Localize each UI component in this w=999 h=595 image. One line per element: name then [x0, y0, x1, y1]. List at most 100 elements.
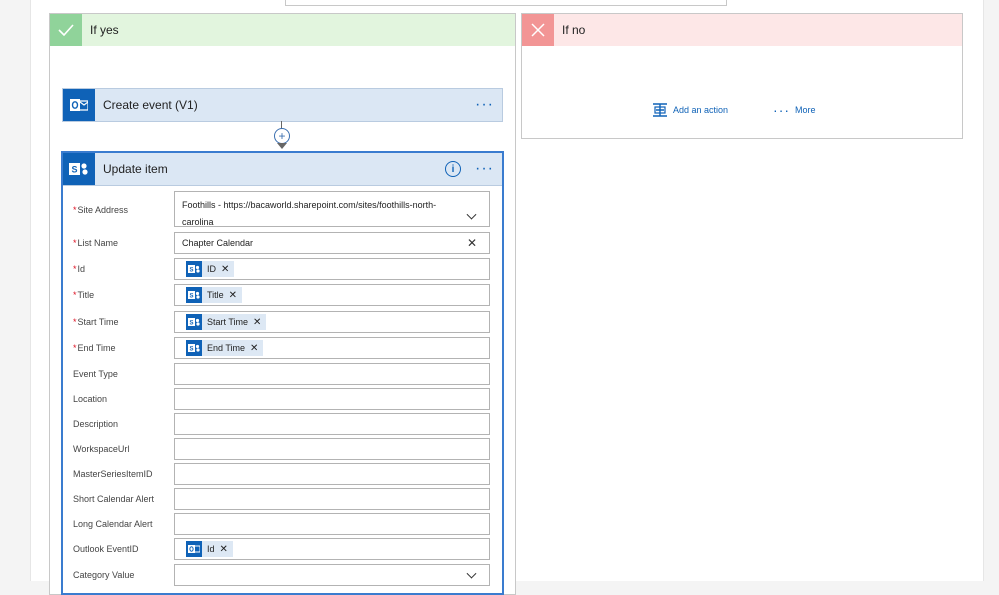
svg-text:S: S — [189, 294, 193, 300]
remove-token-icon[interactable]: ✕ — [220, 544, 228, 555]
category-value-row: Category Value — [63, 564, 502, 586]
clear-icon[interactable]: ✕ — [467, 236, 477, 250]
update-item-header[interactable]: S Update item i ··· — [63, 153, 502, 186]
event-type-row: Event Type — [63, 363, 502, 385]
if-no-branch: If no — [521, 13, 963, 139]
add-an-action-label: Add an action — [673, 105, 729, 115]
if-no-header[interactable]: If no — [522, 14, 962, 46]
add-an-action-button[interactable]: Add an action — [652, 102, 728, 118]
if-no-actions: Add an action ··· More — [652, 102, 816, 118]
outlook-id-token-label: Id — [207, 544, 215, 554]
event-type-input[interactable] — [174, 363, 490, 385]
list-name-label: *List Name — [73, 238, 119, 248]
start-time-token[interactable]: S Start Time ✕ — [186, 314, 267, 330]
start-time-row: *Start Time S Start Time ✕ — [63, 311, 502, 333]
site-address-row: *Site Address Foothills - https://bacawo… — [63, 191, 502, 229]
list-name-value: Chapter Calendar — [182, 238, 254, 248]
title-label: *Title — [73, 290, 95, 300]
arrow-down-icon — [277, 143, 287, 149]
long-calendar-alert-row: Long Calendar Alert — [63, 513, 502, 535]
workspace-url-label: WorkspaceUrl — [73, 444, 130, 454]
update-item-title: Update item — [103, 162, 168, 176]
outlook-icon — [63, 89, 95, 121]
description-row: Description — [63, 413, 502, 435]
create-event-card[interactable]: Create event (V1) ··· — [62, 88, 503, 122]
info-icon[interactable]: i — [445, 161, 462, 177]
outlook-event-id-row: Outlook EventID Id ✕ — [63, 538, 502, 560]
location-row: Location — [63, 388, 502, 410]
chevron-down-icon[interactable] — [466, 568, 477, 579]
more-button[interactable]: ··· More — [773, 102, 816, 118]
description-label: Description — [73, 419, 119, 429]
id-token-label: ID — [207, 264, 216, 274]
start-time-token-label: Start Time — [207, 317, 249, 327]
svg-text:S: S — [189, 268, 193, 274]
master-series-item-id-row: MasterSeriesItemID — [63, 463, 502, 485]
close-icon — [522, 14, 554, 46]
outlook-icon — [186, 541, 202, 557]
list-name-input[interactable]: Chapter Calendar ✕ — [174, 232, 490, 254]
site-address-value: Foothills - https://bacaworld.sharepoint… — [182, 200, 437, 227]
sharepoint-icon: S — [186, 340, 202, 356]
title-row: *Title S Title ✕ — [63, 284, 502, 306]
start-time-label: *Start Time — [73, 317, 119, 327]
add-action-icon — [653, 103, 667, 117]
long-calendar-alert-input[interactable] — [174, 513, 490, 535]
description-input[interactable] — [174, 413, 490, 435]
update-item-more-icon[interactable]: ··· — [475, 161, 494, 177]
update-item-card: S Update item i ··· *Site Address Foothi… — [61, 151, 504, 595]
title-input[interactable]: S Title ✕ — [174, 284, 490, 306]
id-input[interactable]: S ID ✕ — [174, 258, 490, 280]
long-calendar-alert-label: Long Calendar Alert — [73, 519, 153, 529]
outlook-event-id-label: Outlook EventID — [73, 544, 139, 554]
more-dots-icon: ··· — [773, 102, 791, 118]
workspace-url-input[interactable] — [174, 438, 490, 460]
create-event-more-icon[interactable]: ··· — [475, 97, 494, 113]
sharepoint-icon: S — [186, 314, 202, 330]
location-input[interactable] — [174, 388, 490, 410]
if-yes-title: If yes — [90, 23, 119, 37]
insert-step-icon[interactable]: + — [274, 128, 290, 144]
category-value-dropdown[interactable] — [174, 564, 490, 586]
end-time-input[interactable]: S End Time ✕ — [174, 337, 490, 359]
remove-token-icon[interactable]: ✕ — [229, 290, 237, 301]
end-time-row: *End Time S End Time ✕ — [63, 337, 502, 359]
checkmark-icon — [50, 14, 82, 46]
title-token-label: Title — [207, 290, 224, 300]
more-label: More — [795, 105, 816, 115]
outlook-id-token[interactable]: Id ✕ — [186, 541, 233, 557]
start-time-input[interactable]: S Start Time ✕ — [174, 311, 490, 333]
category-value-label: Category Value — [73, 570, 135, 580]
event-type-label: Event Type — [73, 369, 118, 379]
create-event-title: Create event (V1) — [103, 98, 198, 112]
end-time-token[interactable]: S End Time ✕ — [186, 340, 264, 356]
short-calendar-alert-label: Short Calendar Alert — [73, 494, 155, 504]
svg-text:S: S — [189, 321, 193, 327]
outlook-event-id-input[interactable]: Id ✕ — [174, 538, 490, 560]
title-token[interactable]: S Title ✕ — [186, 287, 243, 303]
svg-text:S: S — [189, 347, 193, 353]
previous-step-card — [285, 0, 727, 6]
remove-token-icon[interactable]: ✕ — [221, 264, 229, 275]
end-time-token-label: End Time — [207, 343, 246, 353]
id-token[interactable]: S ID ✕ — [186, 261, 235, 277]
master-series-item-id-label: MasterSeriesItemID — [73, 469, 153, 479]
remove-token-icon[interactable]: ✕ — [253, 317, 261, 328]
end-time-label: *End Time — [73, 343, 116, 353]
site-address-label: *Site Address — [73, 205, 129, 215]
short-calendar-alert-input[interactable] — [174, 488, 490, 510]
id-label: *Id — [73, 264, 86, 274]
if-no-title: If no — [562, 23, 586, 37]
list-name-row: *List Name Chapter Calendar ✕ — [63, 232, 502, 254]
if-yes-header[interactable]: If yes — [50, 14, 515, 46]
sharepoint-icon: S — [186, 287, 202, 303]
id-row: *Id S ID ✕ — [63, 258, 502, 280]
sharepoint-icon: S — [186, 261, 202, 277]
remove-token-icon[interactable]: ✕ — [250, 343, 258, 354]
short-calendar-alert-row: Short Calendar Alert — [63, 488, 502, 510]
site-address-dropdown[interactable]: Foothills - https://bacaworld.sharepoint… — [174, 191, 490, 227]
master-series-item-id-input[interactable] — [174, 463, 490, 485]
workspace-url-row: WorkspaceUrl — [63, 438, 502, 460]
svg-text:S: S — [71, 165, 77, 175]
sharepoint-icon: S — [63, 153, 95, 185]
